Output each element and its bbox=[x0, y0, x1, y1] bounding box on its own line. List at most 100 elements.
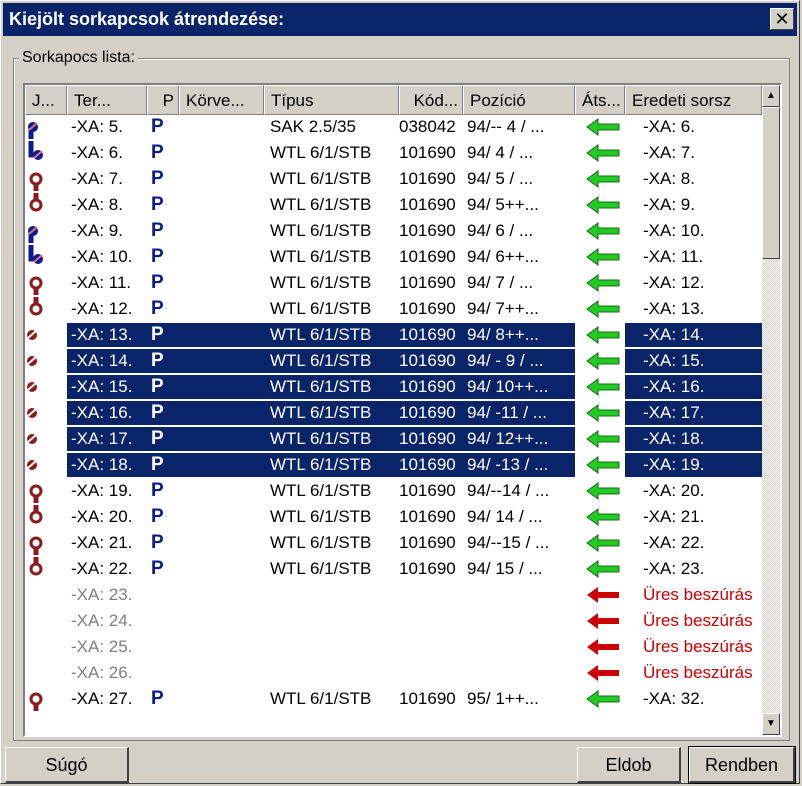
code-cell bbox=[399, 583, 463, 607]
table-row[interactable]: -XA: 5. P SAK 2.5/35 038042 94/-- 4 / ... -XA… bbox=[25, 115, 762, 139]
vertical-scrollbar[interactable]: ▲ ▼ bbox=[762, 85, 780, 735]
scroll-thumb[interactable] bbox=[762, 107, 780, 259]
position-cell: 94/ -13 / ... bbox=[463, 453, 575, 477]
position-cell: 94/ 6++... bbox=[467, 247, 539, 266]
circuit-cell bbox=[179, 661, 264, 685]
table-row[interactable]: -XA: 7. P WTL 6/1/STB 101690 94/ 5 / ... -XA:… bbox=[25, 167, 762, 191]
original-cell: -XA: 8. bbox=[643, 169, 695, 188]
p-flag: P bbox=[151, 532, 164, 553]
terminal-cell: -XA: 25. bbox=[71, 637, 133, 656]
position-cell: 94/ 7 / ... bbox=[467, 273, 534, 292]
p-flag: P bbox=[151, 558, 164, 579]
jumper-icon bbox=[25, 583, 67, 607]
original-cell: -XA: 13. bbox=[643, 299, 705, 318]
p-flag: P bbox=[151, 506, 164, 527]
jumper-icon bbox=[25, 141, 67, 165]
green-left-arrow-icon bbox=[585, 687, 625, 711]
code-cell: 101690 bbox=[399, 453, 463, 477]
code-cell: 101690 bbox=[399, 143, 456, 162]
table-row[interactable]: -XA: 24. Üres beszúrás bbox=[25, 609, 762, 633]
terminal-cell: -XA: 16. bbox=[67, 401, 147, 425]
column-header-jumper[interactable]: J... bbox=[25, 85, 67, 115]
column-header-original[interactable]: Eredeti sorsz bbox=[625, 85, 762, 115]
table-row[interactable]: -XA: 21. P WTL 6/1/STB 101690 94/--15 / ... -… bbox=[25, 531, 762, 555]
scroll-down-button[interactable]: ▼ bbox=[762, 713, 780, 735]
p-flag: P bbox=[151, 194, 164, 215]
code-cell: 101690 bbox=[399, 195, 456, 214]
help-button[interactable]: Súgó bbox=[5, 747, 129, 783]
p-flag: P bbox=[151, 272, 164, 293]
table-row[interactable]: -XA: 6. P WTL 6/1/STB 101690 94/ 4 / ... -XA:… bbox=[25, 141, 762, 165]
type-cell: WTL 6/1/STB bbox=[270, 507, 372, 526]
column-header-terminal[interactable]: Ter... bbox=[67, 85, 147, 115]
p-flag: P bbox=[151, 350, 164, 371]
code-cell: 101690 bbox=[399, 481, 456, 500]
type-cell bbox=[264, 661, 399, 685]
green-left-arrow-icon bbox=[585, 245, 625, 269]
code-cell: 101690 bbox=[399, 559, 456, 578]
column-header-type[interactable]: Típus bbox=[264, 85, 399, 115]
table-row[interactable]: -XA: 13. P WTL 6/1/STB 101690 94/ 8++... -XA:… bbox=[25, 323, 762, 347]
jumper-icon bbox=[25, 219, 67, 243]
original-cell: -XA: 21. bbox=[643, 507, 705, 526]
code-cell: 101690 bbox=[399, 273, 456, 292]
jumper-icon bbox=[25, 479, 67, 503]
type-cell: WTL 6/1/STB bbox=[264, 427, 399, 451]
terminal-cell: -XA: 24. bbox=[71, 611, 133, 630]
ok-button[interactable]: Rendben bbox=[688, 746, 796, 784]
terminal-list[interactable]: J... Ter... P Körve... Típus Kód... Pozí… bbox=[23, 83, 782, 737]
original-cell: -XA: 23. bbox=[643, 559, 705, 578]
table-row[interactable]: -XA: 19. P WTL 6/1/STB 101690 94/--14 / ... -… bbox=[25, 479, 762, 503]
type-cell: WTL 6/1/STB bbox=[264, 349, 399, 373]
column-header-circuit[interactable]: Körve... bbox=[179, 85, 264, 115]
green-left-arrow-icon bbox=[585, 375, 625, 399]
table-row[interactable]: -XA: 11. P WTL 6/1/STB 101690 94/ 7 / ... -XA… bbox=[25, 271, 762, 295]
position-cell bbox=[463, 661, 575, 685]
table-row[interactable]: -XA: 27. P WTL 6/1/STB 101690 95/ 1++... -XA:… bbox=[25, 687, 762, 711]
scroll-up-button[interactable]: ▲ bbox=[762, 85, 780, 107]
table-row[interactable]: -XA: 8. P WTL 6/1/STB 101690 94/ 5++... -XA: … bbox=[25, 193, 762, 217]
terminal-cell: -XA: 13. bbox=[67, 323, 147, 347]
table-row[interactable]: -XA: 12. P WTL 6/1/STB 101690 94/ 7++... -XA:… bbox=[25, 297, 762, 321]
red-left-arrow-icon bbox=[585, 635, 625, 659]
column-header-transfer[interactable]: Áts... bbox=[575, 85, 625, 115]
table-row[interactable]: -XA: 26. Üres beszúrás bbox=[25, 661, 762, 685]
p-flag: P bbox=[151, 168, 164, 189]
code-cell: 038042 bbox=[399, 117, 456, 136]
table-row[interactable]: -XA: 22. P WTL 6/1/STB 101690 94/ 15 / ... -X… bbox=[25, 557, 762, 581]
code-cell bbox=[399, 609, 463, 633]
table-row[interactable]: -XA: 20. P WTL 6/1/STB 101690 94/ 14 / ... -X… bbox=[25, 505, 762, 529]
column-header-p[interactable]: P bbox=[147, 85, 179, 115]
green-left-arrow-icon bbox=[585, 297, 625, 321]
code-cell: 101690 bbox=[399, 221, 456, 240]
code-cell: 101690 bbox=[399, 323, 463, 347]
terminal-cell: -XA: 18. bbox=[67, 453, 147, 477]
position-cell: 94/ 12++... bbox=[463, 427, 575, 451]
original-cell: -XA: 15. bbox=[625, 349, 762, 373]
table-row[interactable]: -XA: 10. P WTL 6/1/STB 101690 94/ 6++... -XA:… bbox=[25, 245, 762, 269]
table-row[interactable]: -XA: 14. P WTL 6/1/STB 101690 94/ - 9 / ... -… bbox=[25, 349, 762, 373]
jumper-icon bbox=[25, 401, 67, 425]
table-row[interactable]: -XA: 9. P WTL 6/1/STB 101690 94/ 6 / ... -XA:… bbox=[25, 219, 762, 243]
p-flag: P bbox=[151, 116, 164, 137]
column-header-code[interactable]: Kód... bbox=[399, 85, 463, 115]
table-row[interactable]: -XA: 25. Üres beszúrás bbox=[25, 635, 762, 659]
jumper-icon bbox=[25, 661, 67, 685]
table-row[interactable]: -XA: 18. P WTL 6/1/STB 101690 94/ -13 / ... -… bbox=[25, 453, 762, 477]
table-row[interactable]: -XA: 17. P WTL 6/1/STB 101690 94/ 12++... -XA… bbox=[25, 427, 762, 451]
terminal-cell: -XA: 5. bbox=[71, 117, 123, 136]
type-cell: WTL 6/1/STB bbox=[270, 481, 372, 500]
jumper-icon bbox=[25, 349, 67, 373]
table-row[interactable]: -XA: 23. Üres beszúrás bbox=[25, 583, 762, 607]
original-cell: -XA: 11. bbox=[643, 247, 704, 266]
discard-button[interactable]: Eldob bbox=[577, 747, 681, 783]
circuit-cell bbox=[179, 635, 264, 659]
column-header-position[interactable]: Pozíció bbox=[463, 85, 575, 115]
title-bar[interactable]: Kiejölt sorkapcsok átrendezése: ✕ bbox=[3, 3, 797, 36]
p-flag: P bbox=[151, 220, 164, 241]
terminal-cell: -XA: 7. bbox=[71, 169, 123, 188]
terminal-cell: -XA: 19. bbox=[71, 481, 133, 500]
table-row[interactable]: -XA: 15. P WTL 6/1/STB 101690 94/ 10++... -XA… bbox=[25, 375, 762, 399]
close-button[interactable]: ✕ bbox=[770, 8, 794, 30]
table-row[interactable]: -XA: 16. P WTL 6/1/STB 101690 94/ -11 / ... -… bbox=[25, 401, 762, 425]
